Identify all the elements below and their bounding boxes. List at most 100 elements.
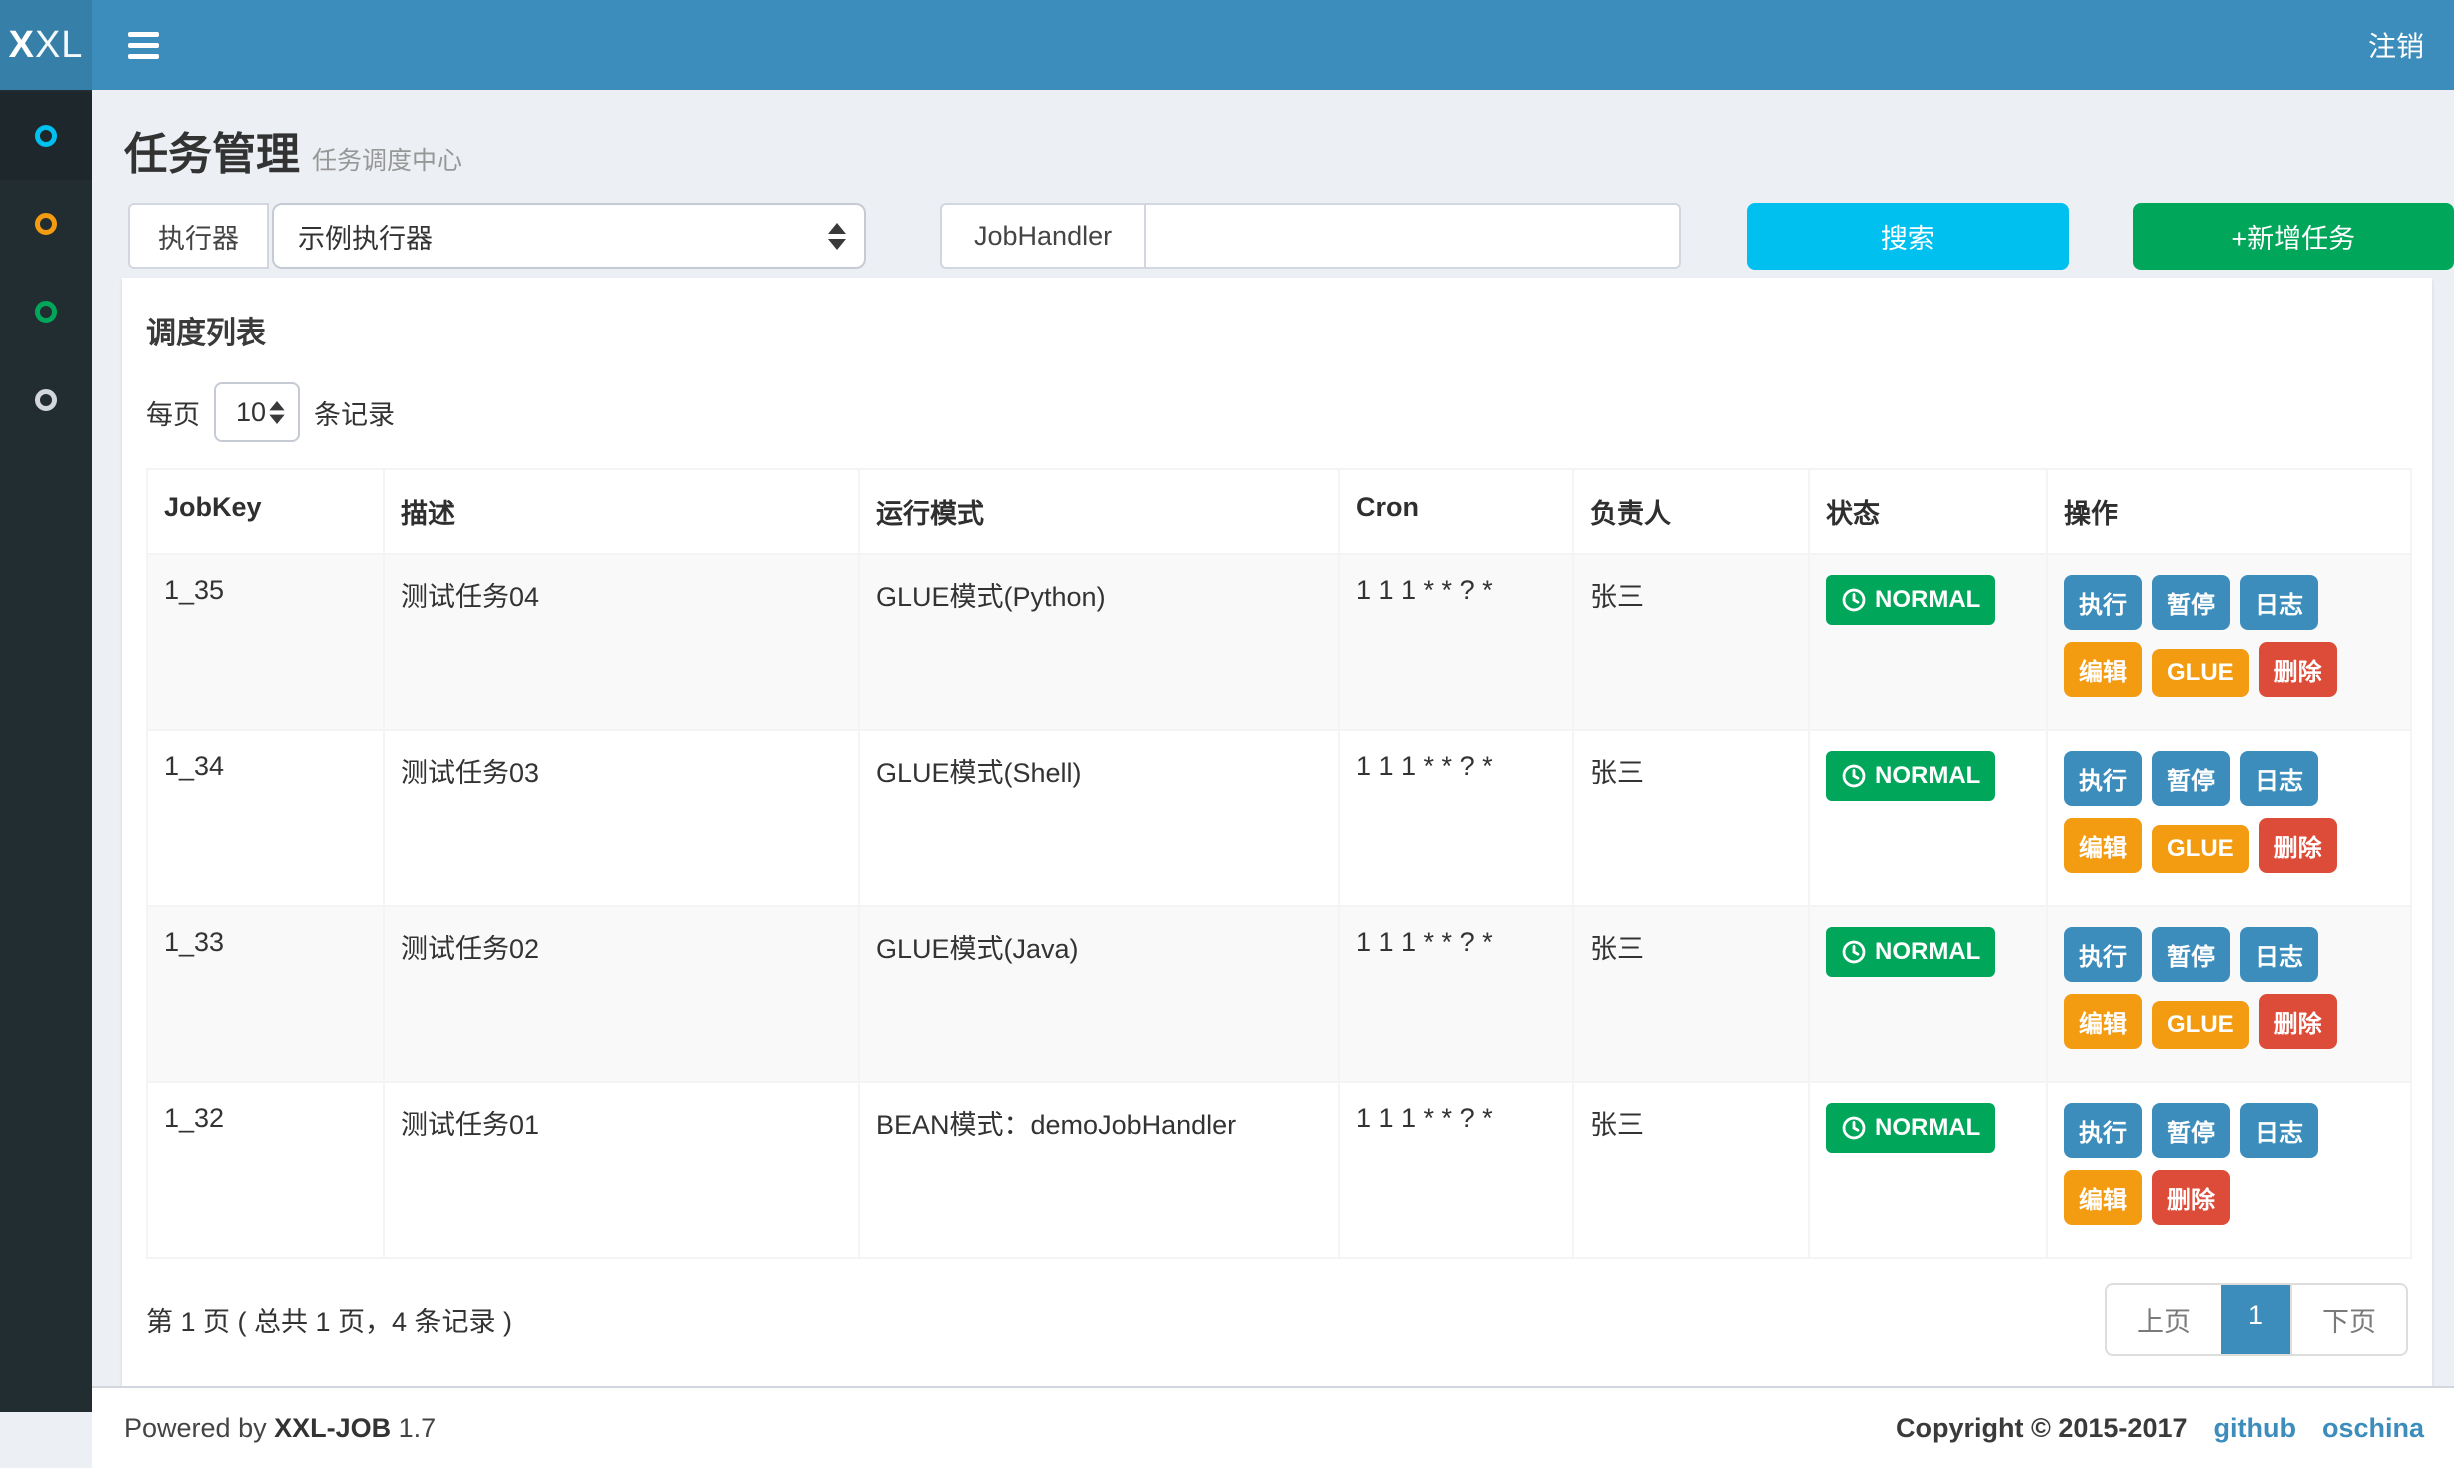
owner-cell: 张三 bbox=[1573, 1082, 1809, 1258]
op-pause-button[interactable]: 暂停 bbox=[2152, 1103, 2230, 1158]
op-glue-button[interactable]: GLUE bbox=[2152, 825, 2249, 873]
pagesize-select[interactable]: 10 bbox=[214, 382, 300, 442]
circle-o-icon bbox=[35, 301, 57, 323]
ops-cell: 执行暂停日志编辑GLUE删除 bbox=[2047, 906, 2411, 1082]
op-trigger-button[interactable]: 执行 bbox=[2064, 1103, 2142, 1158]
ops-cell: 执行暂停日志编辑删除 bbox=[2047, 1082, 2411, 1258]
table-row: 1_32 测试任务01 BEAN模式：demoJobHandler 1 1 1 … bbox=[147, 1082, 2411, 1258]
op-delete-button[interactable]: 删除 bbox=[2259, 642, 2337, 697]
pagesize-value: 10 bbox=[236, 397, 266, 428]
page-subtitle: 任务调度中心 bbox=[312, 147, 462, 175]
owner-cell: 张三 bbox=[1573, 730, 1809, 906]
product-name: XXL-JOB bbox=[274, 1413, 391, 1443]
col-header-owner: 负责人 bbox=[1573, 469, 1809, 554]
sidebar-toggle-icon[interactable] bbox=[124, 22, 163, 69]
mode-cell: GLUE模式(Shell) bbox=[859, 730, 1339, 906]
pagination-row: 第 1 页 ( 总共 1 页，4 条记录 ) 上页 1 下页 bbox=[146, 1283, 2408, 1356]
product-version: 1.7 bbox=[399, 1413, 437, 1443]
add-job-button[interactable]: +新增任务 bbox=[2133, 203, 2454, 270]
executor-select-value: 示例执行器 bbox=[298, 217, 433, 256]
pagesize-suffix: 条记录 bbox=[314, 393, 395, 432]
page-title: 任务管理任务调度中心 bbox=[124, 118, 2454, 182]
content-header: 任务管理任务调度中心 bbox=[92, 90, 2454, 202]
col-header-jobkey: JobKey bbox=[147, 469, 384, 554]
col-header-status: 状态 bbox=[1809, 469, 2047, 554]
table-header-row: JobKey 描述 运行模式 Cron 负责人 状态 操作 bbox=[147, 469, 2411, 554]
pagination: 上页 1 下页 bbox=[2105, 1283, 2408, 1356]
op-delete-button[interactable]: 删除 bbox=[2259, 994, 2337, 1049]
executor-select[interactable]: 示例执行器 bbox=[272, 203, 866, 269]
op-edit-button[interactable]: 编辑 bbox=[2064, 818, 2142, 873]
sidebar-item-4[interactable] bbox=[0, 356, 92, 444]
copyright-text: Copyright © 2015-2017 bbox=[1896, 1413, 2188, 1444]
col-header-desc: 描述 bbox=[384, 469, 859, 554]
op-log-button[interactable]: 日志 bbox=[2240, 1103, 2318, 1158]
sidebar-item-2[interactable] bbox=[0, 180, 92, 268]
page-1-button[interactable]: 1 bbox=[2221, 1285, 2290, 1354]
status-cell: NORMAL bbox=[1809, 906, 2047, 1082]
clock-icon bbox=[1841, 1115, 1867, 1141]
sidebar-item-1[interactable] bbox=[0, 92, 92, 180]
circle-o-icon bbox=[35, 213, 57, 235]
clock-icon bbox=[1841, 763, 1867, 789]
executor-label: 执行器 bbox=[128, 203, 269, 269]
owner-cell: 张三 bbox=[1573, 906, 1809, 1082]
op-log-button[interactable]: 日志 bbox=[2240, 751, 2318, 806]
cron-cell: 1 1 1 * * ? * bbox=[1339, 554, 1573, 730]
op-log-button[interactable]: 日志 bbox=[2240, 927, 2318, 982]
col-header-cron: Cron bbox=[1339, 469, 1573, 554]
select-arrows-icon bbox=[269, 401, 284, 424]
ops-cell: 执行暂停日志编辑GLUE删除 bbox=[2047, 730, 2411, 906]
op-pause-button[interactable]: 暂停 bbox=[2152, 751, 2230, 806]
op-glue-button[interactable]: GLUE bbox=[2152, 1001, 2249, 1049]
desc-cell: 测试任务02 bbox=[384, 906, 859, 1082]
search-button[interactable]: 搜索 bbox=[1747, 203, 2068, 270]
clock-icon bbox=[1841, 939, 1867, 965]
top-navbar: XXL 注销 bbox=[0, 0, 2454, 90]
app-logo[interactable]: XXL bbox=[0, 0, 92, 90]
op-trigger-button[interactable]: 执行 bbox=[2064, 575, 2142, 630]
op-edit-button[interactable]: 编辑 bbox=[2064, 1170, 2142, 1225]
prev-page-button[interactable]: 上页 bbox=[2107, 1285, 2221, 1354]
op-delete-button[interactable]: 删除 bbox=[2259, 818, 2337, 873]
status-text: NORMAL bbox=[1875, 1114, 1980, 1142]
cron-cell: 1 1 1 * * ? * bbox=[1339, 730, 1573, 906]
page-size-control: 每页 10 条记录 bbox=[146, 382, 2408, 442]
status-text: NORMAL bbox=[1875, 586, 1980, 614]
op-trigger-button[interactable]: 执行 bbox=[2064, 751, 2142, 806]
status-text: NORMAL bbox=[1875, 938, 1980, 966]
col-header-ops: 操作 bbox=[2047, 469, 2411, 554]
executor-filter-group: 执行器 示例执行器 bbox=[128, 203, 866, 269]
oschina-link[interactable]: oschina bbox=[2322, 1413, 2424, 1444]
status-badge: NORMAL bbox=[1826, 751, 1995, 801]
pagination-info: 第 1 页 ( 总共 1 页，4 条记录 ) bbox=[146, 1300, 512, 1339]
sidebar-item-3[interactable] bbox=[0, 268, 92, 356]
op-pause-button[interactable]: 暂停 bbox=[2152, 575, 2230, 630]
table-row: 1_33 测试任务02 GLUE模式(Java) 1 1 1 * * ? * 张… bbox=[147, 906, 2411, 1082]
pagesize-prefix: 每页 bbox=[146, 393, 200, 432]
next-page-button[interactable]: 下页 bbox=[2290, 1285, 2406, 1354]
op-log-button[interactable]: 日志 bbox=[2240, 575, 2318, 630]
jobhandler-input[interactable] bbox=[1146, 203, 1681, 269]
jobkey-cell: 1_32 bbox=[147, 1082, 384, 1258]
clock-icon bbox=[1841, 587, 1867, 613]
jobkey-cell: 1_34 bbox=[147, 730, 384, 906]
status-badge: NORMAL bbox=[1826, 575, 1995, 625]
status-cell: NORMAL bbox=[1809, 730, 2047, 906]
op-trigger-button[interactable]: 执行 bbox=[2064, 927, 2142, 982]
op-edit-button[interactable]: 编辑 bbox=[2064, 642, 2142, 697]
op-delete-button[interactable]: 删除 bbox=[2152, 1170, 2230, 1225]
mode-cell: BEAN模式：demoJobHandler bbox=[859, 1082, 1339, 1258]
logout-link[interactable]: 注销 bbox=[2368, 25, 2424, 65]
filter-toolbar: 执行器 示例执行器 JobHandler 搜索 +新增任务 bbox=[92, 202, 2454, 270]
table-row: 1_35 测试任务04 GLUE模式(Python) 1 1 1 * * ? *… bbox=[147, 554, 2411, 730]
desc-cell: 测试任务01 bbox=[384, 1082, 859, 1258]
table-row: 1_34 测试任务03 GLUE模式(Shell) 1 1 1 * * ? * … bbox=[147, 730, 2411, 906]
app-root: XXL 注销 任务管理任务调度中心 执行器 示例执行器 bbox=[0, 0, 2454, 1412]
op-pause-button[interactable]: 暂停 bbox=[2152, 927, 2230, 982]
page-footer: Powered by XXL-JOB 1.7 Copyright © 2015-… bbox=[92, 1386, 2454, 1468]
op-glue-button[interactable]: GLUE bbox=[2152, 649, 2249, 697]
github-link[interactable]: github bbox=[2214, 1413, 2296, 1444]
op-edit-button[interactable]: 编辑 bbox=[2064, 994, 2142, 1049]
logo-text-bold: X bbox=[9, 24, 35, 67]
